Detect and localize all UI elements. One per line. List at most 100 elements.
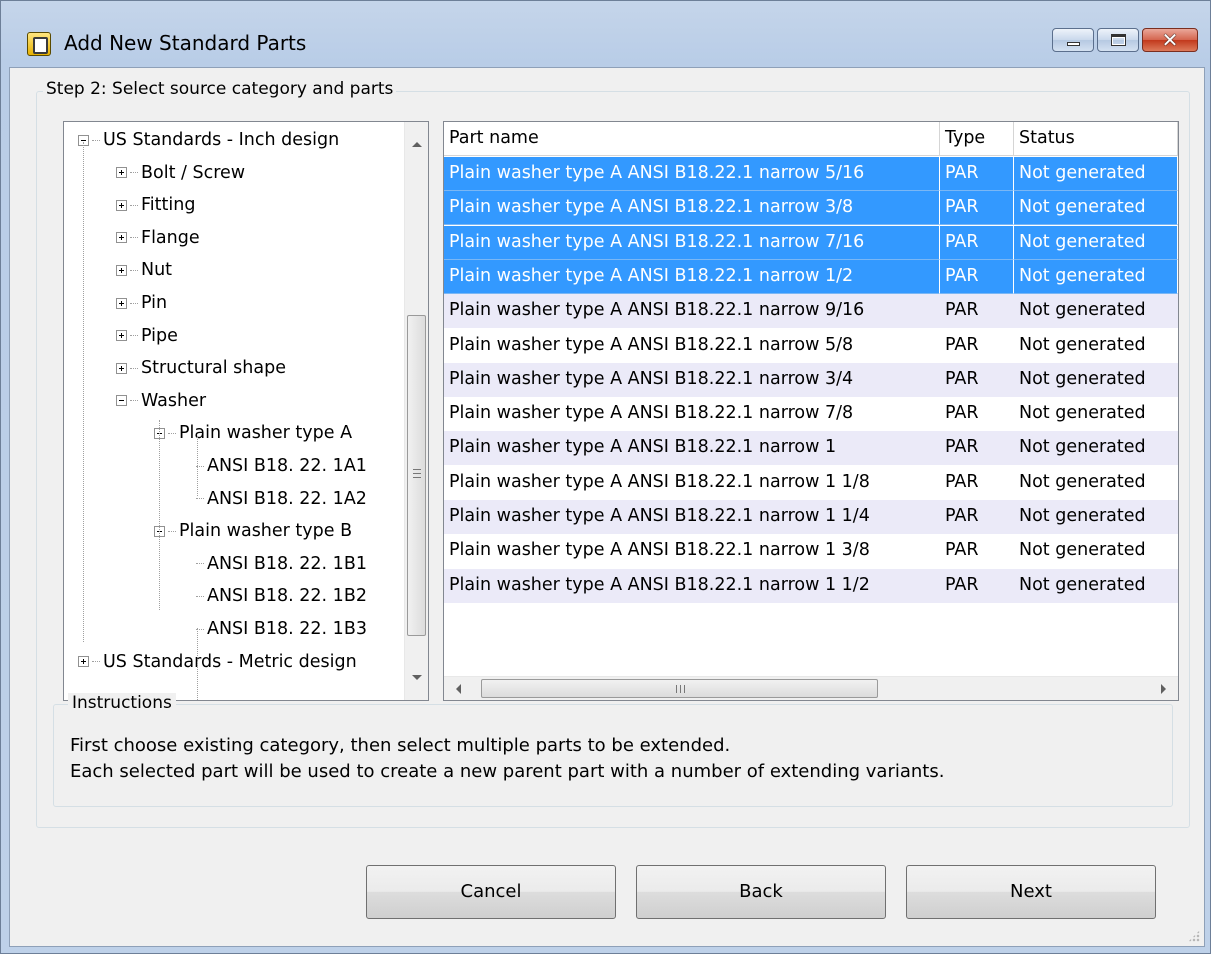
back-button[interactable]: Back bbox=[636, 865, 886, 919]
cell-part-name: Plain washer type A ANSI B18.22.1 narrow… bbox=[449, 540, 870, 561]
column-header-part-name[interactable]: Part name bbox=[444, 122, 940, 156]
next-button[interactable]: Next bbox=[906, 865, 1156, 919]
tree-item[interactable]: Nut bbox=[116, 254, 172, 286]
expand-icon[interactable] bbox=[116, 167, 127, 179]
table-row[interactable]: Plain washer type A ANSI B18.22.1 narrow… bbox=[444, 397, 1178, 431]
cell-type: PAR bbox=[945, 471, 979, 492]
scroll-up-icon[interactable] bbox=[412, 142, 422, 147]
tree-connector-line bbox=[197, 436, 198, 496]
tree-item[interactable]: Pin bbox=[116, 287, 167, 319]
cell-type: PAR bbox=[945, 334, 979, 355]
column-header-type[interactable]: Type bbox=[940, 122, 1014, 156]
table-row[interactable]: Plain washer type A ANSI B18.22.1 narrow… bbox=[444, 157, 1178, 191]
tree-connector bbox=[130, 172, 138, 174]
table-row[interactable]: Plain washer type A ANSI B18.22.1 narrow… bbox=[444, 568, 1178, 603]
tree-item-label: Bolt / Screw bbox=[141, 162, 246, 183]
tree-item[interactable]: Pipe bbox=[116, 320, 178, 352]
tree-connector-line bbox=[159, 420, 160, 610]
tree-item[interactable]: Plain washer type B bbox=[154, 515, 352, 547]
table-row[interactable]: Plain washer type A ANSI B18.22.1 narrow… bbox=[444, 431, 1178, 466]
maximize-button[interactable] bbox=[1097, 28, 1139, 52]
resize-grip-icon[interactable] bbox=[1188, 930, 1200, 942]
scroll-right-icon[interactable] bbox=[1161, 684, 1166, 694]
tree-item[interactable]: ANSI B18. 22. 1B2 bbox=[196, 580, 367, 612]
tree-item[interactable]: ANSI B18. 22. 1B3 bbox=[196, 613, 367, 645]
cell-status: Not generated bbox=[1019, 334, 1146, 355]
tree-item[interactable]: Bolt / Screw bbox=[116, 157, 245, 189]
expand-icon[interactable] bbox=[116, 297, 127, 309]
tree-connector bbox=[130, 400, 138, 402]
table-row[interactable]: Plain washer type A ANSI B18.22.1 narrow… bbox=[444, 294, 1178, 329]
category-tree[interactable]: US Standards - Inch design Bolt / Screw Fi… bbox=[63, 121, 429, 701]
cell-status: Not generated bbox=[1019, 403, 1146, 424]
table-row[interactable]: Plain washer type A ANSI B18.22.1 narrow… bbox=[444, 191, 1178, 226]
tree-connector-line bbox=[83, 142, 84, 642]
table-row[interactable]: Plain washer type A ANSI B18.22.1 narrow… bbox=[444, 500, 1178, 534]
expand-icon[interactable] bbox=[116, 232, 127, 244]
table-row[interactable]: Plain washer type A ANSI B18.22.1 narrow… bbox=[444, 466, 1178, 500]
scroll-down-icon[interactable] bbox=[412, 675, 422, 680]
instructions-groupbox: Instructions First choose existing categ… bbox=[53, 693, 1173, 807]
tree-item-label: Washer bbox=[141, 390, 207, 411]
tree-item-label: ANSI B18. 22. 1A1 bbox=[207, 456, 367, 476]
table-row[interactable]: Plain washer type A ANSI B18.22.1 narrow… bbox=[444, 329, 1178, 363]
tree-item[interactable]: ANSI B18. 22. 1B1 bbox=[196, 548, 367, 580]
table-row[interactable]: Plain washer type A ANSI B18.22.1 narrow… bbox=[444, 259, 1178, 294]
scroll-left-icon[interactable] bbox=[456, 684, 461, 694]
tree-connector bbox=[168, 432, 176, 434]
tree-item-label: Structural shape bbox=[141, 358, 286, 379]
table-row[interactable]: Plain washer type A ANSI B18.22.1 narrow… bbox=[444, 362, 1178, 397]
tree-connector bbox=[130, 237, 138, 239]
expand-icon[interactable] bbox=[116, 264, 127, 276]
dialog-window: Add New Standard Parts ✕ Step 2: Select … bbox=[0, 0, 1211, 954]
tree-connector bbox=[92, 139, 100, 141]
cell-status: Not generated bbox=[1014, 362, 1178, 397]
expand-icon[interactable] bbox=[78, 656, 89, 668]
cell-status: Not generated bbox=[1019, 471, 1146, 492]
tree-item[interactable]: US Standards - Metric design bbox=[78, 646, 357, 678]
tree-item[interactable]: Flange bbox=[116, 222, 200, 254]
dialog-client-area: Step 2: Select source category and parts… bbox=[9, 67, 1205, 947]
expand-icon[interactable] bbox=[116, 330, 127, 342]
column-header-status[interactable]: Status bbox=[1014, 122, 1178, 156]
cell-status: Not generated bbox=[1014, 225, 1178, 260]
cell-type: PAR bbox=[940, 294, 1014, 329]
grid-horizontal-scrollbar[interactable] bbox=[444, 676, 1178, 700]
instructions-line-2: Each selected part will be used to creat… bbox=[70, 761, 945, 782]
tree-vertical-scrollbar[interactable] bbox=[404, 122, 428, 700]
minimize-button[interactable] bbox=[1052, 28, 1094, 52]
tree-item[interactable]: Plain washer type A bbox=[154, 417, 352, 449]
tree-item-label: Plain washer type B bbox=[179, 521, 353, 542]
tree-item-label: Fitting bbox=[141, 195, 196, 216]
cell-part-name: Plain washer type A ANSI B18.22.1 narrow… bbox=[449, 471, 870, 492]
close-button[interactable]: ✕ bbox=[1142, 28, 1198, 52]
tree-item[interactable]: Fitting bbox=[116, 189, 195, 221]
grid-scroll-thumb[interactable] bbox=[481, 679, 878, 698]
tree-scroll-thumb[interactable] bbox=[407, 315, 426, 636]
cell-status: Not generated bbox=[1014, 259, 1178, 294]
collapse-icon[interactable] bbox=[116, 395, 127, 407]
tree-item[interactable]: ANSI B18. 22. 1A1 bbox=[196, 450, 367, 482]
instructions-title: Instructions bbox=[68, 693, 176, 713]
cell-type: PAR bbox=[940, 500, 1014, 534]
tree-item[interactable]: Washer bbox=[116, 385, 206, 417]
tree-item[interactable]: Structural shape bbox=[116, 352, 286, 384]
close-icon: ✕ bbox=[1161, 28, 1179, 52]
expand-icon[interactable] bbox=[116, 362, 127, 374]
expand-icon[interactable] bbox=[116, 199, 127, 211]
cell-part-name: Plain washer type A ANSI B18.22.1 narrow… bbox=[444, 500, 940, 534]
title-bar[interactable]: Add New Standard Parts ✕ bbox=[1, 1, 1210, 67]
table-row[interactable]: Plain washer type A ANSI B18.22.1 narrow… bbox=[444, 225, 1178, 260]
parts-grid[interactable]: Part name Type Status Plain washer type … bbox=[443, 121, 1179, 701]
cell-status: Not generated bbox=[1014, 431, 1178, 466]
tree-item-label: ANSI B18. 22. 1A2 bbox=[207, 488, 367, 509]
table-row[interactable]: Plain washer type A ANSI B18.22.1 narrow… bbox=[444, 534, 1178, 568]
tree-connector bbox=[130, 269, 138, 271]
tree-item[interactable]: US Standards - Inch design bbox=[78, 124, 339, 156]
cancel-button[interactable]: Cancel bbox=[366, 865, 616, 919]
tree-connector bbox=[130, 335, 138, 337]
tree-item[interactable]: ANSI B18. 22. 1A2 bbox=[196, 483, 367, 515]
tree-connector bbox=[196, 595, 204, 597]
cell-part-name: Plain washer type A ANSI B18.22.1 narrow… bbox=[444, 191, 940, 226]
tree-item-label: Pin bbox=[141, 293, 168, 313]
